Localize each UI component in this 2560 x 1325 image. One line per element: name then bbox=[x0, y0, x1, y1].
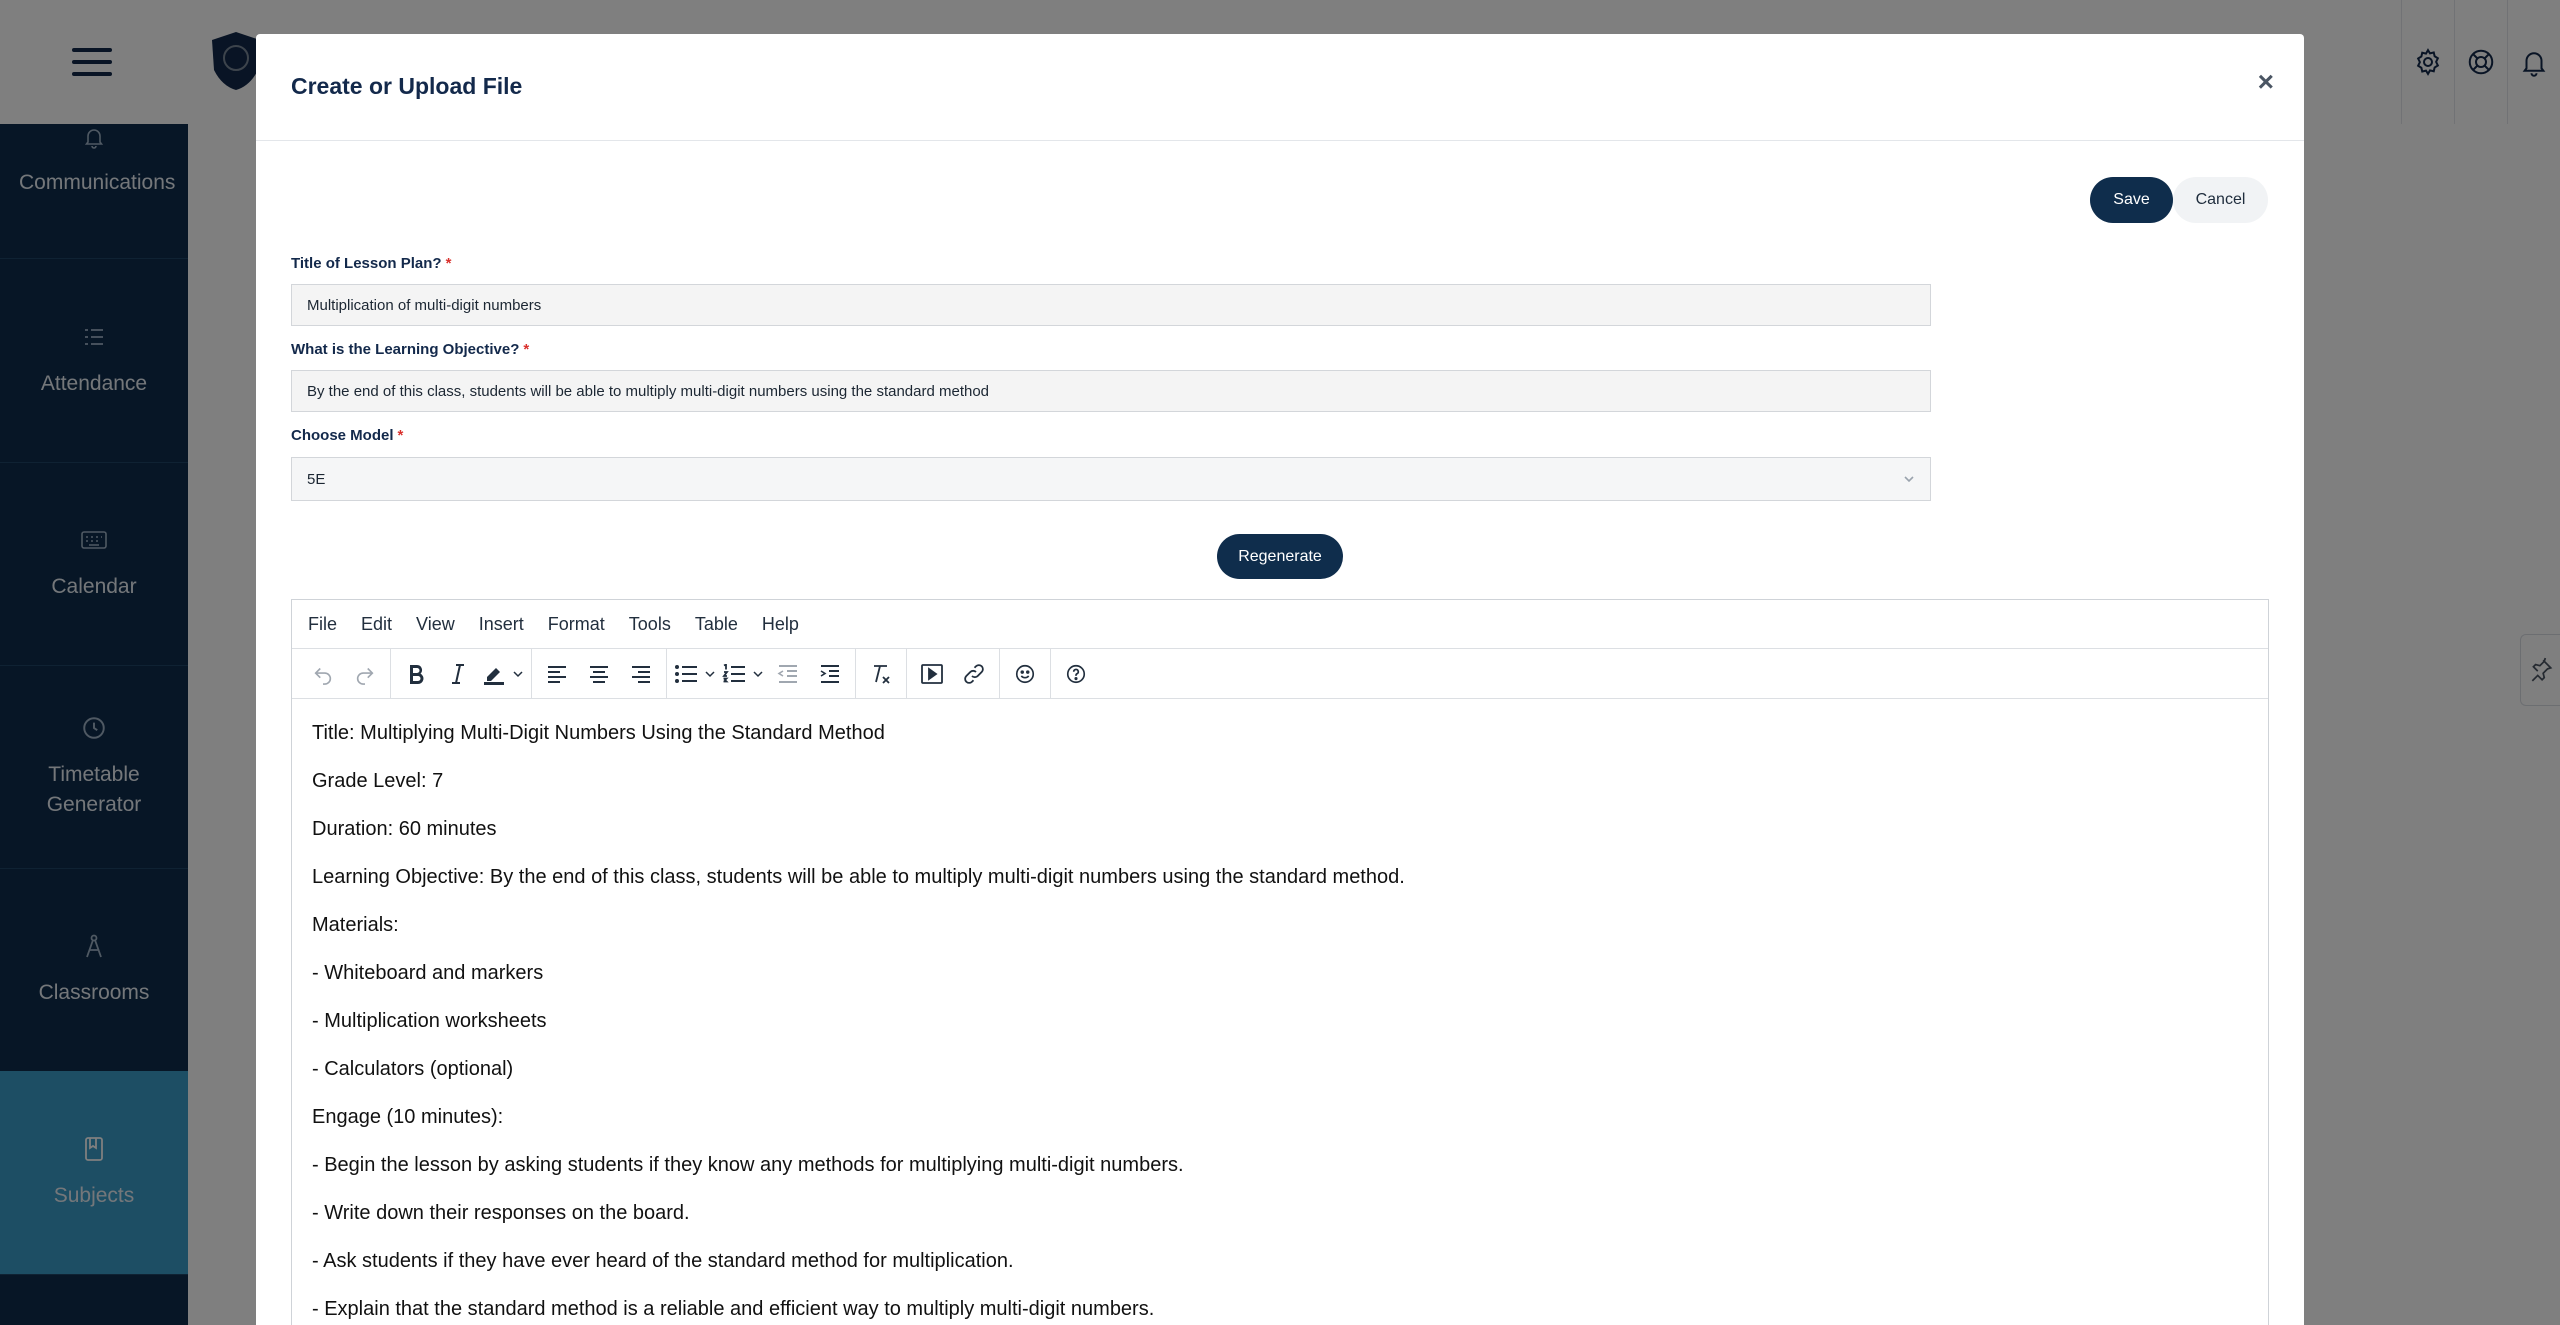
modal-header: Create or Upload File × bbox=[256, 34, 2304, 141]
objective-label-text: What is the Learning Objective? bbox=[291, 341, 520, 358]
format-group bbox=[391, 649, 532, 698]
required-mark: * bbox=[445, 255, 452, 272]
content-paragraph: Grade Level: 7 bbox=[312, 770, 444, 792]
editor-content[interactable]: Title: Multiplying Multi-Digit Numbers U… bbox=[292, 699, 2268, 1325]
lesson-title-input[interactable]: Multiplication of multi-digit numbers bbox=[291, 284, 1931, 326]
chevron-down-icon[interactable] bbox=[509, 656, 527, 692]
content-paragraph: - Ask students if they have ever heard o… bbox=[312, 1250, 1014, 1272]
editor-menubar: File Edit View Insert Format Tools Table… bbox=[292, 600, 2268, 649]
content-paragraph: Materials: bbox=[312, 914, 399, 936]
content-paragraph: - Explain that the standard method is a … bbox=[312, 1298, 1155, 1320]
outdent-icon[interactable] bbox=[767, 656, 809, 692]
objective-field-label: What is the Learning Objective? * bbox=[291, 341, 529, 358]
title-label-text: Title of Lesson Plan? bbox=[291, 255, 442, 272]
choose-model-select[interactable]: 5E bbox=[291, 457, 1931, 501]
content-paragraph: - Whiteboard and markers bbox=[312, 962, 544, 984]
clear-group bbox=[856, 649, 907, 698]
menu-insert[interactable]: Insert bbox=[479, 614, 524, 635]
content-paragraph: Title: Multiplying Multi-Digit Numbers U… bbox=[312, 722, 885, 744]
highlight-color-icon[interactable] bbox=[479, 656, 509, 692]
align-group bbox=[532, 649, 667, 698]
list-group bbox=[667, 649, 856, 698]
clear-formatting-icon[interactable] bbox=[860, 656, 902, 692]
media-group bbox=[907, 649, 1000, 698]
required-mark: * bbox=[397, 427, 404, 444]
title-field-label: Title of Lesson Plan? * bbox=[291, 255, 451, 272]
content-paragraph: - Begin the lesson by asking students if… bbox=[312, 1154, 1184, 1176]
cancel-button[interactable]: Cancel bbox=[2173, 177, 2268, 223]
align-right-icon[interactable] bbox=[620, 656, 662, 692]
model-selected-value: 5E bbox=[307, 470, 326, 488]
undo-icon[interactable] bbox=[302, 656, 344, 692]
content-paragraph: Engage (10 minutes): bbox=[312, 1106, 504, 1128]
menu-table[interactable]: Table bbox=[695, 614, 738, 635]
learning-objective-input[interactable]: By the end of this class, students will … bbox=[291, 370, 1931, 412]
chevron-down-icon[interactable] bbox=[701, 656, 719, 692]
create-upload-file-modal: Create or Upload File × Save Cancel Titl… bbox=[256, 34, 2304, 1325]
content-paragraph: - Multiplication worksheets bbox=[312, 1010, 547, 1032]
menu-help[interactable]: Help bbox=[762, 614, 799, 635]
editor-toolbar bbox=[292, 649, 2268, 699]
content-paragraph: - Calculators (optional) bbox=[312, 1058, 514, 1080]
align-left-icon[interactable] bbox=[536, 656, 578, 692]
redo-icon[interactable] bbox=[344, 656, 386, 692]
menu-file[interactable]: File bbox=[308, 614, 337, 635]
model-field-label: Choose Model * bbox=[291, 427, 403, 444]
modal-title: Create or Upload File bbox=[291, 73, 523, 99]
content-paragraph: Duration: 60 minutes bbox=[312, 818, 497, 840]
help-icon[interactable] bbox=[1055, 656, 1097, 692]
content-paragraph: - Write down their responses on the boar… bbox=[312, 1202, 690, 1224]
content-paragraph: Learning Objective: By the end of this c… bbox=[312, 866, 1405, 888]
menu-edit[interactable]: Edit bbox=[361, 614, 392, 635]
rich-text-editor: File Edit View Insert Format Tools Table… bbox=[291, 599, 2269, 1325]
chevron-down-icon[interactable] bbox=[749, 656, 767, 692]
link-icon[interactable] bbox=[953, 656, 995, 692]
menu-format[interactable]: Format bbox=[548, 614, 605, 635]
italic-icon[interactable] bbox=[437, 656, 479, 692]
menu-tools[interactable]: Tools bbox=[629, 614, 671, 635]
emoji-group bbox=[1000, 649, 1051, 698]
align-center-icon[interactable] bbox=[578, 656, 620, 692]
bold-icon[interactable] bbox=[395, 656, 437, 692]
chevron-down-icon bbox=[1902, 472, 1916, 486]
numbered-list-icon[interactable] bbox=[719, 656, 749, 692]
indent-icon[interactable] bbox=[809, 656, 851, 692]
help-group bbox=[1051, 649, 1101, 698]
insert-media-icon[interactable] bbox=[911, 656, 953, 692]
regenerate-button[interactable]: Regenerate bbox=[1217, 534, 1343, 579]
required-mark: * bbox=[523, 341, 530, 358]
bullet-list-icon[interactable] bbox=[671, 656, 701, 692]
history-group bbox=[298, 649, 391, 698]
save-button[interactable]: Save bbox=[2090, 177, 2173, 223]
model-label-text: Choose Model bbox=[291, 427, 394, 444]
emoji-icon[interactable] bbox=[1004, 656, 1046, 692]
menu-view[interactable]: View bbox=[416, 614, 455, 635]
close-icon[interactable]: × bbox=[2258, 68, 2274, 96]
